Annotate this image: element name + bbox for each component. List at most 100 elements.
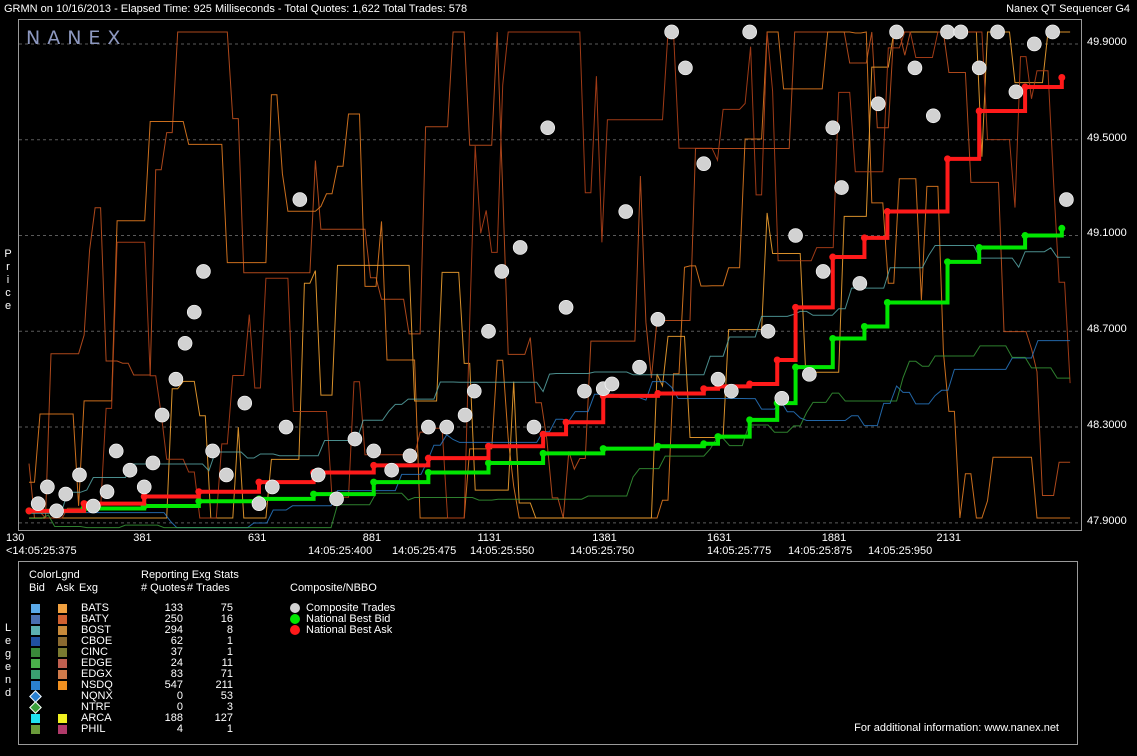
price-label-char-0: P <box>4 248 12 260</box>
series-line-1 <box>29 77 1064 513</box>
x-time-label-2: 14:05:25:475 <box>392 545 457 557</box>
series-0-point-18 <box>860 322 868 330</box>
legend-label-char-3: e <box>4 661 12 673</box>
legend-bid-header: Bid <box>29 582 45 594</box>
legend-ask-swatch <box>58 714 67 723</box>
trade-point-53 <box>788 228 803 243</box>
legend-exchange-name: PHIL <box>81 723 106 735</box>
trade-point-67 <box>1008 84 1024 100</box>
trade-point-28 <box>402 448 418 464</box>
legend-bid-swatch <box>31 604 40 613</box>
x-time-label-1: 14:05:25:400 <box>308 545 373 557</box>
x-tick-label-3: 881 <box>362 532 382 544</box>
series-1-point-9 <box>539 430 547 438</box>
trade-point-70 <box>1059 192 1074 207</box>
trade-point-68 <box>1026 36 1042 52</box>
y-tick-label-5: 47.9000 <box>1087 514 1127 527</box>
chart-header-right: Nanex QT Sequencer G4 <box>1006 3 1130 15</box>
series-0-point-23 <box>1058 224 1066 232</box>
legend-label-char-1: e <box>4 635 12 647</box>
trade-point-64 <box>953 24 969 40</box>
legend-label-char-4: n <box>4 674 12 686</box>
legend-bid-swatch <box>31 637 40 646</box>
x-time-label-0: <14:05:25:375 <box>6 545 77 557</box>
legend-ask-swatch <box>58 615 67 624</box>
series-0-point-17 <box>829 334 837 342</box>
trade-point-6 <box>99 484 115 499</box>
legend-composite-dot-1 <box>290 614 300 624</box>
trade-point-30 <box>439 419 455 435</box>
trade-point-59 <box>870 96 886 112</box>
legend-quotes-value: 4 <box>176 723 183 735</box>
trade-point-47 <box>696 156 712 171</box>
trade-point-42 <box>618 204 634 219</box>
price-label-char-2: i <box>6 274 10 286</box>
trade-point-16 <box>205 443 220 459</box>
legend-ask-swatch <box>58 604 67 613</box>
x-tick-label-8: 2131 <box>936 532 961 544</box>
legend-ask-swatch <box>58 626 67 635</box>
trade-point-17 <box>219 467 234 483</box>
legend-ask-swatch <box>58 670 67 679</box>
series-1-point-8 <box>484 442 492 450</box>
series-1-point-12 <box>654 390 662 398</box>
plot-area[interactable] <box>18 19 1082 531</box>
trade-point-25 <box>347 431 363 447</box>
trade-point-26 <box>366 443 382 459</box>
trade-point-58 <box>852 276 868 291</box>
legend-quotes-header: # Quotes <box>141 582 186 594</box>
legend-ask-swatch <box>58 681 67 690</box>
legend-colorlgnd-header: ColorLgnd <box>29 569 80 581</box>
legend-stats-header: Reporting Exg Stats <box>141 569 239 581</box>
trade-point-24 <box>329 491 344 507</box>
y-tick-label-0: 49.9000 <box>1087 35 1127 48</box>
legend-bid-swatch <box>31 626 40 635</box>
trade-point-49 <box>724 383 739 399</box>
trade-point-33 <box>481 323 496 339</box>
x-tick-label-2: 631 <box>247 532 267 544</box>
x-tick-label-4: 1131 <box>477 532 502 544</box>
y-tick-label-4: 48.3000 <box>1087 419 1127 432</box>
trade-point-69 <box>1045 24 1060 40</box>
trade-point-63 <box>940 24 955 40</box>
trade-point-55 <box>815 264 831 279</box>
trade-point-48 <box>710 371 726 387</box>
trade-point-7 <box>108 443 124 459</box>
trade-point-23 <box>310 467 326 483</box>
legend-ask-swatch <box>58 648 67 657</box>
legend-label-char-2: g <box>4 648 12 660</box>
legend-ask-swatch <box>58 725 67 734</box>
legend-bid-swatch <box>31 615 40 624</box>
series-0-point-6 <box>370 478 378 486</box>
trade-point-4 <box>72 467 87 483</box>
trade-point-32 <box>466 383 482 399</box>
legend-ask-header: Ask <box>56 582 75 594</box>
trade-point-11 <box>154 407 170 423</box>
trade-point-37 <box>540 120 556 136</box>
x-time-label-6: 14:05:25:875 <box>788 545 853 557</box>
series-0-point-19 <box>883 299 891 307</box>
trade-point-3 <box>58 486 74 502</box>
x-tick-label-7: 1881 <box>821 532 847 544</box>
trade-point-38 <box>558 300 574 315</box>
trade-point-43 <box>632 359 647 375</box>
trade-point-14 <box>186 304 202 320</box>
trade-point-62 <box>925 108 941 124</box>
series-0-point-10 <box>599 445 607 453</box>
series-0-point-7 <box>424 469 432 477</box>
trade-point-31 <box>457 407 473 423</box>
trade-point-2 <box>49 503 64 519</box>
x-tick-label-0: 130 <box>6 532 25 544</box>
series-1-point-20 <box>883 208 891 216</box>
exchange-quote-line-3 <box>29 31 1071 519</box>
series-1-point-16 <box>773 356 781 364</box>
trade-point-10 <box>145 455 161 471</box>
legend-ask-swatch <box>58 659 67 668</box>
trade-point-13 <box>177 335 193 351</box>
series-1-point-17 <box>792 303 800 311</box>
trade-point-45 <box>664 24 679 40</box>
series-1-point-0 <box>25 507 33 515</box>
trade-point-0 <box>30 496 46 511</box>
series-0-point-21 <box>975 243 983 251</box>
legend-footer: For additional information: www.nanex.ne… <box>854 722 1059 734</box>
